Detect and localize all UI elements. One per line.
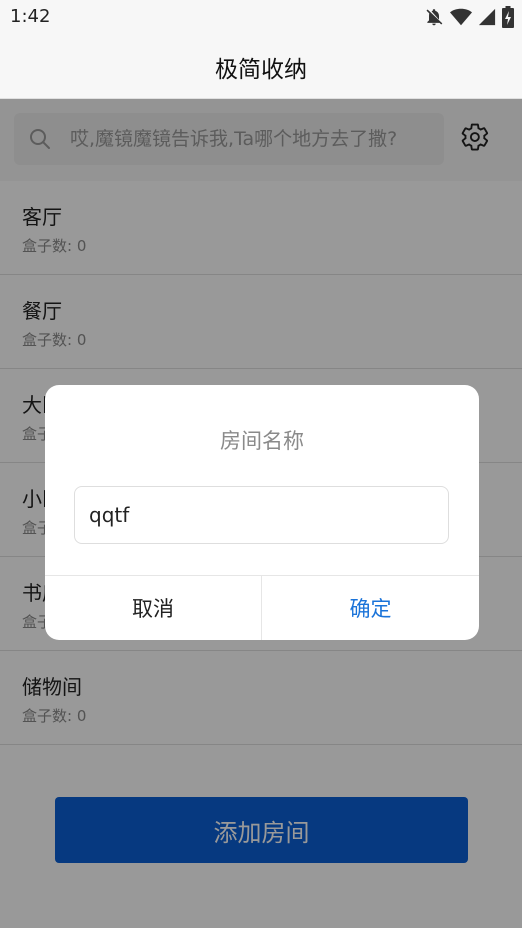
dialog-title: 房间名称 <box>220 429 304 453</box>
wifi-icon <box>450 8 472 26</box>
battery-charging-icon <box>502 6 514 28</box>
status-bar: 1:42 <box>0 0 522 34</box>
status-icons <box>424 6 514 28</box>
page-title: 极简收纳 <box>215 57 307 83</box>
notifications-off-icon <box>426 9 443 26</box>
room-name-dialog: 房间名称 取消 确定 <box>45 385 479 640</box>
confirm-button[interactable]: 确定 <box>262 576 479 640</box>
status-time: 1:42 <box>10 6 51 27</box>
cancel-button[interactable]: 取消 <box>45 576 261 640</box>
room-name-input[interactable] <box>74 486 449 544</box>
app-bar: 极简收纳 <box>0 34 522 99</box>
signal-icon <box>478 8 496 26</box>
